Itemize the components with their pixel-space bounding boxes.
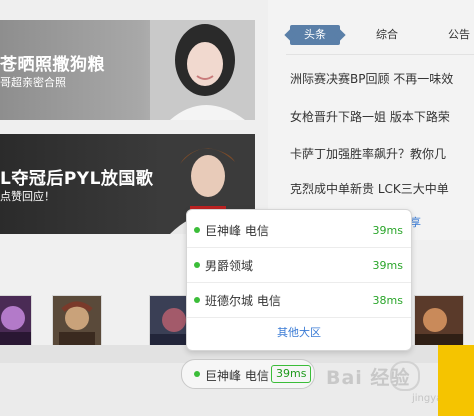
banner-person-image [150,20,255,120]
server-option-ping: 39ms [372,259,403,272]
news-panel: 头条 综合 公告 洲际赛决赛BP回顾 不再一味效 女枪晋升下路一姐 版本下路荣 … [268,0,474,240]
server-option-name: 班德尔城 电信 [205,294,281,308]
tab-headline[interactable]: 头条 [290,25,340,45]
tab-announcement[interactable]: 公告 [448,25,470,45]
champion-thumbnail[interactable] [414,295,464,347]
server-dropdown: 巨神峰 电信 39ms 男爵领域 39ms 班德尔城 电信 38ms 其他大区 [186,209,412,351]
selected-server-ping: 39ms [271,365,312,383]
news-item[interactable]: 女枪晋升下路一姐 版本下路荣 [290,108,450,125]
tab-general[interactable]: 综合 [376,25,398,45]
server-option-name: 巨神峰 电信 [205,224,269,238]
server-option[interactable]: 巨神峰 电信 39ms [187,212,411,248]
status-dot-icon [194,262,200,268]
bottom-bar: 巨神峰 电信 39ms Bai 经验 jingyan.baidu.com [0,345,474,416]
champion-thumbnail[interactable] [0,295,32,347]
news-item[interactable]: 洲际赛决赛BP回顾 不再一味效 [290,70,453,87]
server-option[interactable]: 男爵领域 39ms [187,247,411,283]
server-option[interactable]: 班德尔城 电信 38ms [187,282,411,318]
banner-subtitle: 哥超亲密合照 [0,76,66,89]
banner-title: 苍晒照撒狗粮 [0,55,105,75]
server-option-name: 男爵领域 [205,259,254,273]
news-tabs: 头条 综合 公告 [286,25,474,47]
server-option-ping: 38ms [372,294,403,307]
watermark-logo: Bai 经验 [326,367,411,389]
server-selector[interactable]: 巨神峰 电信 39ms [181,359,315,389]
other-regions-link[interactable]: 其他大区 [187,324,411,340]
news-banner-1[interactable]: 苍晒照撒狗粮 哥超亲密合照 [0,20,255,120]
server-option-ping: 39ms [372,224,403,237]
banner-subtitle: 点赞回应！ [0,190,55,203]
news-item[interactable]: 卡萨丁加强胜率飙升？教你几 [290,145,446,162]
status-dot-icon [194,297,200,303]
status-dot-icon [194,371,200,377]
champion-thumbnail[interactable] [52,295,102,347]
launch-button[interactable] [438,345,474,416]
banner-title: L夺冠后PYL放国歌 [0,169,154,189]
status-dot-icon [194,227,200,233]
client-home: 苍晒照撒狗粮 哥超亲密合照 L夺冠后PYL放国歌 点赞回应！ 头条 综合 公告 … [0,0,474,416]
selected-server-name: 巨神峰 电信 [205,369,269,383]
tab-divider [286,54,474,55]
news-item[interactable]: 克烈成中单新贵 LCK三大中单 [290,180,449,197]
